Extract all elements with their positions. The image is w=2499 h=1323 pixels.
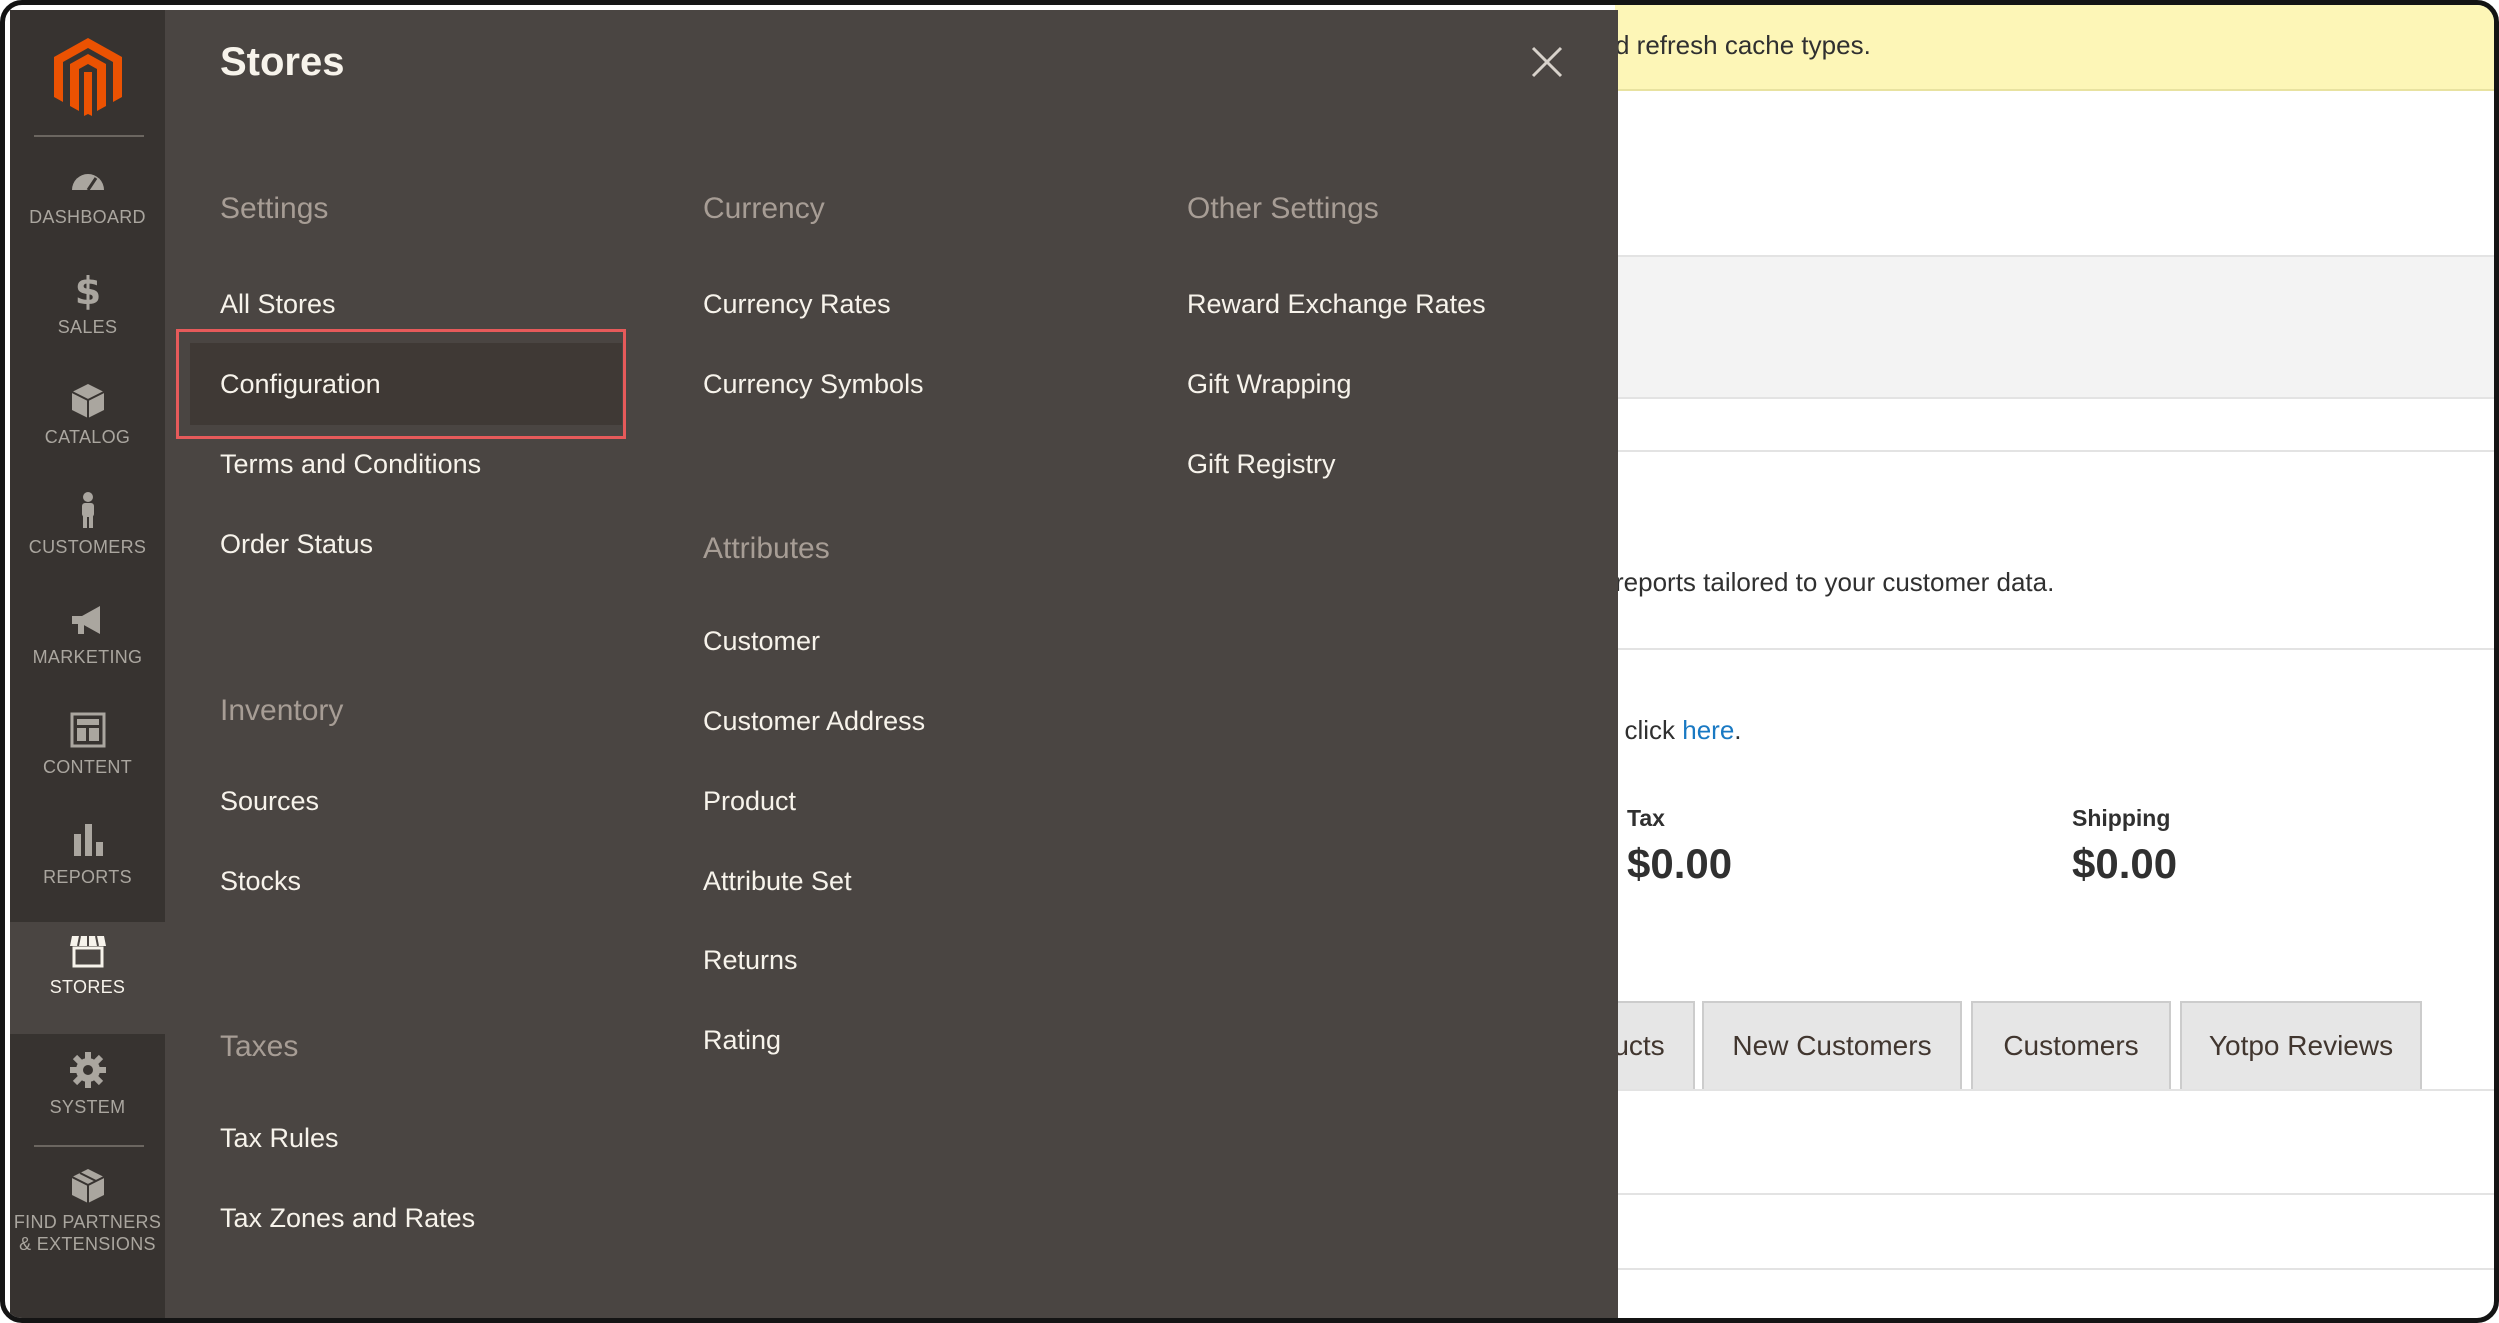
divider bbox=[1615, 450, 2494, 452]
nav-item-content[interactable]: CONTENT bbox=[10, 710, 165, 820]
storefront-icon bbox=[69, 935, 106, 968]
menu-item-terms-and-conditions[interactable]: Terms and Conditions bbox=[220, 444, 481, 484]
menu-item-currency-rates[interactable]: Currency Rates bbox=[703, 284, 891, 324]
admin-sidebar: DASHBOARD $ SALES CATALOG CUSTOMERS MARK… bbox=[10, 10, 165, 1318]
here-link[interactable]: here bbox=[1682, 715, 1734, 745]
flyout-title: Stores bbox=[220, 40, 345, 84]
menu-item-gift-registry[interactable]: Gift Registry bbox=[1187, 444, 1336, 484]
group-heading-currency: Currency bbox=[703, 192, 825, 225]
layout-icon bbox=[70, 712, 105, 748]
system-message-text: d refresh cache types. bbox=[1615, 30, 1871, 60]
nav-divider bbox=[34, 135, 144, 137]
group-heading-attributes: Attributes bbox=[703, 532, 830, 565]
menu-item-tax-zones-and-rates[interactable]: Tax Zones and Rates bbox=[220, 1198, 475, 1238]
menu-item-tax-rules[interactable]: Tax Rules bbox=[220, 1118, 339, 1158]
nav-item-system[interactable]: SYSTEM bbox=[10, 1050, 165, 1160]
person-icon bbox=[81, 492, 94, 528]
divider bbox=[1615, 648, 2494, 650]
tax-value: $0.00 bbox=[1627, 840, 1733, 887]
shipping-label: Shipping bbox=[2072, 805, 2171, 831]
nav-item-find-partners[interactable]: FIND PARTNERS & EXTENSIONS bbox=[10, 1165, 165, 1305]
menu-item-order-status[interactable]: Order Status bbox=[220, 524, 373, 564]
group-heading-inventory: Inventory bbox=[220, 694, 344, 727]
page-actions-band bbox=[1615, 255, 2494, 399]
group-heading-settings: Settings bbox=[220, 192, 329, 225]
shipping-value: $0.00 bbox=[2072, 840, 2178, 887]
dashboard-icon bbox=[71, 174, 104, 191]
menu-item-customer-address[interactable]: Customer Address bbox=[703, 701, 925, 741]
menu-item-gift-wrapping[interactable]: Gift Wrapping bbox=[1187, 364, 1352, 404]
tab-customers[interactable]: Customers bbox=[1971, 1001, 2171, 1089]
menu-item-reward-exchange-rates[interactable]: Reward Exchange Rates bbox=[1187, 284, 1486, 324]
reload-note: , click here. bbox=[1610, 715, 1742, 745]
nav-item-sales[interactable]: $ SALES bbox=[10, 270, 165, 380]
extensions-box-icon bbox=[71, 1169, 104, 1203]
gear-icon bbox=[69, 1052, 106, 1088]
advanced-reporting-text: reports tailored to your customer data. bbox=[1615, 567, 2055, 597]
menu-item-configuration[interactable]: Configuration bbox=[220, 364, 381, 404]
nav-item-stores[interactable]: STORES bbox=[10, 922, 165, 1034]
tab-baseline bbox=[1615, 1089, 2494, 1091]
svg-text:$: $ bbox=[74, 270, 100, 310]
nav-item-customers[interactable]: CUSTOMERS bbox=[10, 490, 165, 600]
megaphone-icon bbox=[71, 606, 100, 634]
menu-item-stocks[interactable]: Stocks bbox=[220, 861, 301, 901]
nav-item-reports[interactable]: REPORTS bbox=[10, 820, 165, 930]
divider bbox=[1615, 1193, 2494, 1195]
menu-item-currency-symbols[interactable]: Currency Symbols bbox=[703, 364, 924, 404]
tax-label: Tax bbox=[1627, 805, 1665, 831]
menu-item-sources[interactable]: Sources bbox=[220, 781, 319, 821]
screen-frame: d refresh cache types. reports tailored … bbox=[0, 0, 2499, 1323]
menu-item-all-stores[interactable]: All Stores bbox=[220, 284, 336, 324]
nav-item-dashboard[interactable]: DASHBOARD bbox=[10, 160, 165, 270]
menu-item-product[interactable]: Product bbox=[703, 781, 796, 821]
bar-chart-icon bbox=[73, 824, 103, 856]
close-icon[interactable] bbox=[1527, 42, 1567, 82]
menu-item-attribute-set[interactable]: Attribute Set bbox=[703, 861, 852, 901]
group-heading-other-settings: Other Settings bbox=[1187, 192, 1379, 225]
box-icon bbox=[71, 384, 104, 418]
stores-flyout-menu: Stores Settings All Stores Configuration… bbox=[165, 10, 1618, 1318]
nav-item-catalog[interactable]: CATALOG bbox=[10, 380, 165, 490]
find-partners-line2: & EXTENSIONS bbox=[19, 1234, 156, 1254]
nav-item-marketing[interactable]: MARKETING bbox=[10, 600, 165, 710]
menu-item-rating[interactable]: Rating bbox=[703, 1020, 781, 1060]
tab-yotpo-reviews[interactable]: Yotpo Reviews bbox=[2180, 1001, 2422, 1089]
group-heading-taxes: Taxes bbox=[220, 1030, 299, 1063]
menu-item-customer[interactable]: Customer bbox=[703, 621, 820, 661]
menu-item-returns[interactable]: Returns bbox=[703, 940, 798, 980]
find-partners-line1: FIND PARTNERS bbox=[13, 1212, 162, 1232]
dollar-icon: $ bbox=[74, 270, 100, 310]
nav-divider bbox=[34, 1145, 144, 1147]
divider bbox=[1615, 1268, 2494, 1270]
tab-new-customers[interactable]: New Customers bbox=[1702, 1001, 1962, 1089]
system-message-bar: d refresh cache types. bbox=[1615, 5, 2494, 91]
magento-logo-icon[interactable] bbox=[50, 36, 126, 116]
